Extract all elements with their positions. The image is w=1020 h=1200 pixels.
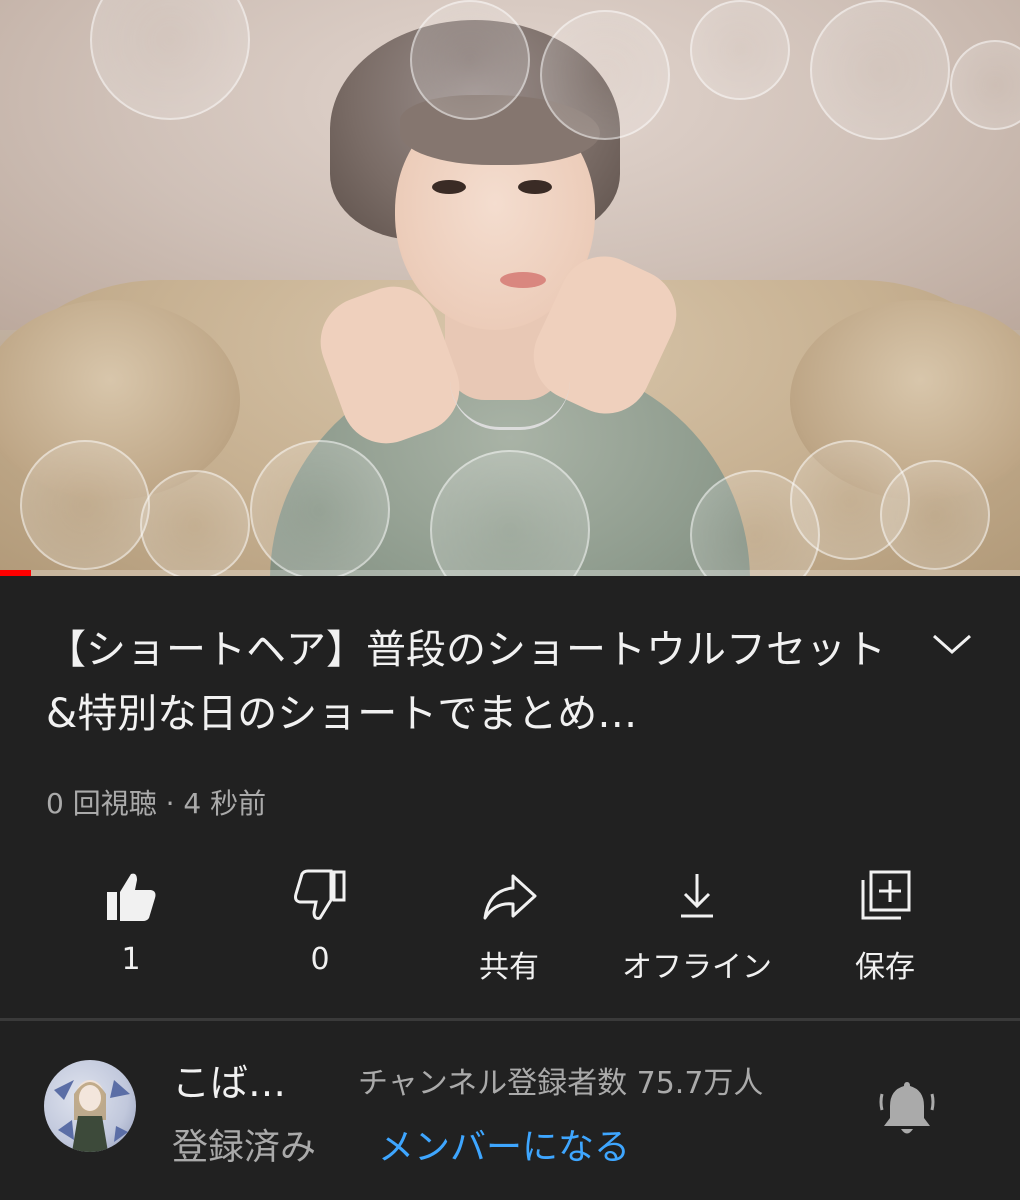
- video-player[interactable]: [0, 0, 1020, 576]
- like-count: 1: [121, 942, 141, 977]
- subscriber-count: チャンネル登録者数 75.7万人: [358, 1066, 764, 1101]
- bokeh-bubble: [880, 460, 990, 570]
- video-title[interactable]: 【ショートヘア】普段のショートウルフセット&特別な日のショートでまとめ…: [46, 618, 896, 746]
- dislike-button[interactable]: 0: [225, 862, 415, 992]
- bokeh-bubble: [690, 0, 790, 100]
- video-meta: 0 回視聴 · 4 秒前: [46, 787, 267, 820]
- subscribed-button[interactable]: 登録済み: [172, 1118, 316, 1170]
- save-label: 保存: [855, 950, 915, 985]
- save-button[interactable]: 保存: [790, 862, 980, 992]
- video-person-eye: [432, 180, 466, 194]
- save-playlist-icon: [861, 870, 911, 920]
- chevron-down-icon[interactable]: [930, 628, 974, 660]
- join-membership-button[interactable]: メンバーになる: [378, 1118, 630, 1170]
- bokeh-bubble: [410, 0, 530, 120]
- dislike-count: 0: [310, 942, 330, 977]
- video-person-lips: [500, 272, 546, 288]
- share-icon: [483, 874, 537, 920]
- channel-avatar[interactable]: [44, 1060, 136, 1152]
- avatar-illustration: [54, 1080, 130, 1152]
- thumbs-down-icon: [294, 869, 346, 920]
- action-row: 1 0 共有 オフライン 保存: [0, 862, 1020, 992]
- divider: [0, 1018, 1020, 1021]
- thumbs-up-icon: [107, 873, 156, 921]
- video-progress-fill: [0, 570, 31, 576]
- video-progress-bar[interactable]: [0, 570, 1020, 576]
- channel-name[interactable]: こば…: [172, 1052, 286, 1107]
- share-label: 共有: [479, 950, 539, 985]
- offline-label: オフライン: [622, 950, 772, 985]
- bokeh-bubble: [140, 470, 250, 576]
- notification-bell-icon[interactable]: [876, 1076, 938, 1138]
- download-icon: [681, 874, 713, 918]
- bokeh-bubble: [810, 0, 950, 140]
- bokeh-bubble: [20, 440, 150, 570]
- share-button[interactable]: 共有: [414, 862, 604, 992]
- offline-button[interactable]: オフライン: [602, 862, 792, 992]
- video-person-eye: [518, 180, 552, 194]
- like-button[interactable]: 1: [36, 862, 226, 992]
- bokeh-bubble: [540, 10, 670, 140]
- bokeh-bubble: [250, 440, 390, 576]
